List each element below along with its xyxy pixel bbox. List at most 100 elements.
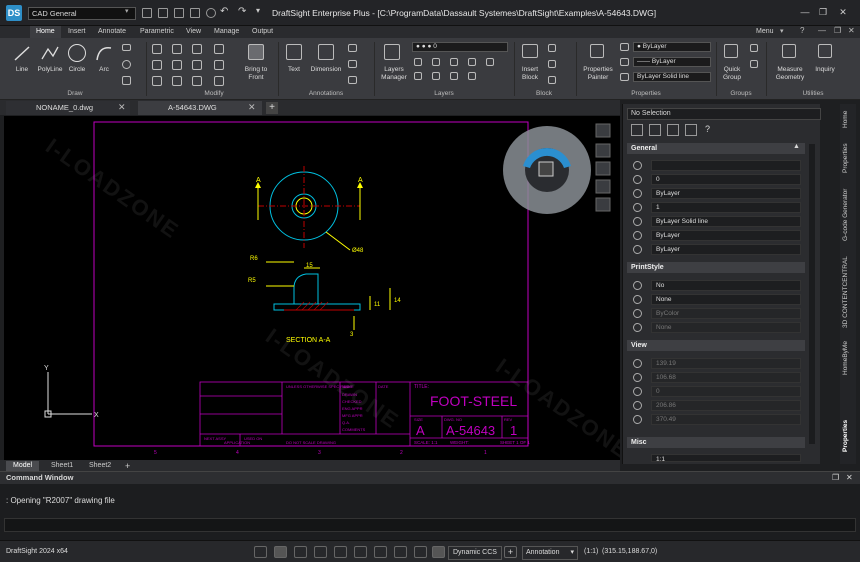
mirror-icon[interactable] <box>172 60 182 70</box>
table-icon[interactable] <box>122 76 131 85</box>
ribbon-close-icon[interactable]: ✕ <box>848 26 855 35</box>
polyline-button[interactable]: PolyLine <box>34 66 66 73</box>
ribbon-restore-icon[interactable]: ❐ <box>834 26 841 35</box>
esnap-icon[interactable] <box>334 546 347 558</box>
layer-tool-1-icon[interactable] <box>414 58 422 66</box>
rectangle-icon[interactable] <box>122 44 131 51</box>
stop-icon[interactable] <box>432 546 445 558</box>
minimize-icon[interactable]: — <box>798 6 812 18</box>
view-cube-wheel[interactable] <box>503 126 591 214</box>
prop-general-layer[interactable]: 0 <box>651 174 801 185</box>
quick-access-more-icon[interactable]: ▾ <box>256 6 260 15</box>
layer-tool-2-icon[interactable] <box>432 58 440 66</box>
tab-manage[interactable]: Manage <box>208 26 245 38</box>
line-icon[interactable] <box>12 44 32 62</box>
layout-tab-sheet2[interactable]: Sheet2 <box>82 461 118 471</box>
dynamic-ccs-button[interactable]: Dynamic CCS <box>448 546 502 560</box>
toggle-pickadd-icon[interactable] <box>667 124 679 136</box>
prop-general-0[interactable] <box>651 160 801 171</box>
fillet-icon[interactable] <box>172 76 182 86</box>
circle-button[interactable]: Circle <box>64 66 90 73</box>
workspace-select[interactable]: CAD General <box>28 7 136 20</box>
lineweight-toggle-icon[interactable] <box>374 546 387 558</box>
table-annotation-icon[interactable] <box>348 60 357 68</box>
command-input[interactable] <box>4 518 856 532</box>
arc-icon[interactable] <box>95 44 113 62</box>
group-tool-2-icon[interactable] <box>750 60 758 68</box>
section-misc[interactable]: Misc <box>627 437 805 448</box>
scale-icon[interactable] <box>192 60 202 70</box>
tab-home[interactable]: Home <box>30 26 61 38</box>
drawing-canvas[interactable]: A A Ø48 R6 R5 15 11 14 3 SECTION A-A UNL… <box>4 116 620 460</box>
layer-tool-6-icon[interactable] <box>432 72 440 80</box>
add-layout-icon[interactable]: + <box>118 461 137 471</box>
prop-general-linestyle[interactable]: ByLayer Solid line <box>651 216 801 227</box>
command-window-close-icon[interactable]: ✕ <box>846 473 853 482</box>
explode-icon[interactable] <box>192 76 202 86</box>
rotate-icon[interactable] <box>172 44 182 54</box>
layer-tool-3-icon[interactable] <box>450 58 458 66</box>
block-tool-2-icon[interactable] <box>548 60 556 68</box>
nav-settings-icon[interactable] <box>595 197 611 212</box>
new-file-icon[interactable] <box>142 8 152 18</box>
offset-icon[interactable] <box>214 60 224 70</box>
group-tool-1-icon[interactable] <box>750 44 758 52</box>
ortho-icon[interactable] <box>294 546 307 558</box>
tab-insert[interactable]: Insert <box>62 26 92 38</box>
lineweight-icon[interactable] <box>620 73 629 81</box>
layers-manager-button[interactable]: Layers Manager <box>378 66 410 82</box>
side-tab-homebyme[interactable]: HomeByMe <box>842 338 854 378</box>
prop-printstyle-0[interactable]: No <box>651 280 801 291</box>
polar-icon[interactable] <box>314 546 327 558</box>
dimension-icon[interactable] <box>318 44 334 60</box>
properties-scrollbar[interactable] <box>809 144 815 444</box>
text-button[interactable]: Text <box>282 66 306 73</box>
section-printstyle[interactable]: PrintStyle <box>627 262 805 273</box>
bring-to-front-icon[interactable] <box>248 44 264 60</box>
nav-home-icon[interactable] <box>595 123 611 138</box>
add-icon[interactable]: + <box>504 546 517 558</box>
dimension-button[interactable]: Dimension <box>306 66 346 73</box>
grid-icon[interactable] <box>274 546 287 558</box>
move-icon[interactable] <box>152 44 162 54</box>
section-view[interactable]: View <box>627 340 805 351</box>
print-icon[interactable] <box>190 8 200 18</box>
trim-icon[interactable] <box>192 44 202 54</box>
side-tab-3dcontentcentral[interactable]: 3D CONTENTCENTRAL <box>842 254 854 330</box>
select-objects-icon[interactable] <box>631 124 643 136</box>
tab-annotate[interactable]: Annotate <box>92 26 132 38</box>
maximize-icon[interactable]: ❐ <box>816 6 830 18</box>
cloud-icon[interactable] <box>206 8 216 18</box>
prop-general-scale[interactable]: 1 <box>651 202 801 213</box>
open-folder-icon[interactable] <box>158 8 168 18</box>
side-tab-properties-active[interactable]: Properties <box>842 414 854 458</box>
markup-icon[interactable] <box>348 76 357 84</box>
stretch-icon[interactable] <box>152 76 162 86</box>
doc-tab-a54643[interactable]: A-54643.DWG <box>138 101 262 115</box>
layer-tool-4-icon[interactable] <box>468 58 476 66</box>
bring-to-front-button[interactable]: Bring to Front <box>238 66 274 82</box>
prop-printstyle-1[interactable]: None <box>651 294 801 305</box>
tab-view[interactable]: View <box>180 26 207 38</box>
layer-tool-5-icon[interactable] <box>414 72 422 80</box>
undo-icon[interactable]: ↶ <box>220 6 228 17</box>
prop-misc-0[interactable]: 1:1 <box>651 454 801 463</box>
copy-icon[interactable] <box>152 60 162 70</box>
menu-button[interactable]: Menu <box>750 26 780 38</box>
workspace-chevron-icon[interactable]: ▾ <box>125 7 129 15</box>
erase-icon[interactable] <box>214 44 224 54</box>
selection-select[interactable]: No Selection <box>627 108 821 120</box>
text-icon[interactable] <box>286 44 302 60</box>
quick-input-icon[interactable] <box>414 546 427 558</box>
inquiry-icon[interactable] <box>818 44 832 58</box>
polyline-icon[interactable] <box>40 44 60 62</box>
prop-general-transparency[interactable]: ByLayer <box>651 244 801 255</box>
circle-icon[interactable] <box>68 44 86 62</box>
linetype-select[interactable]: —— ByLayer <box>633 57 711 67</box>
tab-output[interactable]: Output <box>246 26 279 38</box>
measure-geometry-icon[interactable] <box>782 44 796 58</box>
layer-tool-7-icon[interactable] <box>450 72 458 80</box>
properties-painter-icon[interactable] <box>590 44 604 58</box>
array-icon[interactable] <box>214 76 224 86</box>
block-tool-1-icon[interactable] <box>548 44 556 52</box>
